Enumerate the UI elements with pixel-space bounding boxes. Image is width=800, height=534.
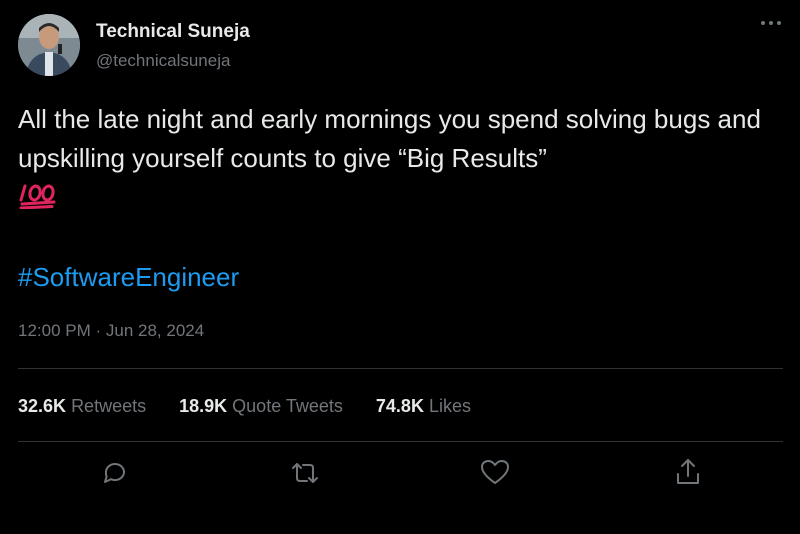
retweets-stat[interactable]: 32.6K Retweets <box>18 396 146 417</box>
hashtag-link[interactable]: #SoftwareEngineer <box>18 262 239 293</box>
author-handle[interactable]: @technicalsuneja <box>96 51 230 71</box>
avatar[interactable] <box>18 14 80 76</box>
tweet-stats: 32.6K Retweets 18.9K Quote Tweets 74.8K … <box>18 396 471 417</box>
divider-top <box>18 368 783 369</box>
likes-label: Likes <box>428 396 471 416</box>
author-name[interactable]: Technical Suneja <box>96 21 250 43</box>
avatar-photo <box>18 14 80 76</box>
like-icon[interactable] <box>477 455 513 491</box>
tweet-text: All the late night and early mornings yo… <box>18 104 761 173</box>
retweet-icon[interactable] <box>287 455 323 491</box>
divider-bottom <box>18 441 783 442</box>
quote-tweets-label: Quote Tweets <box>232 396 343 416</box>
retweets-label: Retweets <box>71 396 147 416</box>
tweet-timestamp[interactable]: 12:00 PM · Jun 28, 2024 <box>18 321 204 341</box>
quote-tweets-stat[interactable]: 18.9K Quote Tweets <box>179 396 343 417</box>
likes-count: 74.8K <box>375 396 424 416</box>
more-options-icon[interactable] <box>760 18 782 28</box>
hundred-points-emoji-icon <box>19 184 56 209</box>
tweet-actions-bar <box>0 455 800 495</box>
likes-stat[interactable]: 74.8K Likes <box>376 396 471 417</box>
quote-tweets-count: 18.9K <box>179 396 228 416</box>
retweets-count: 32.6K <box>18 396 67 416</box>
reply-icon[interactable] <box>97 455 133 491</box>
share-icon[interactable] <box>670 455 706 491</box>
